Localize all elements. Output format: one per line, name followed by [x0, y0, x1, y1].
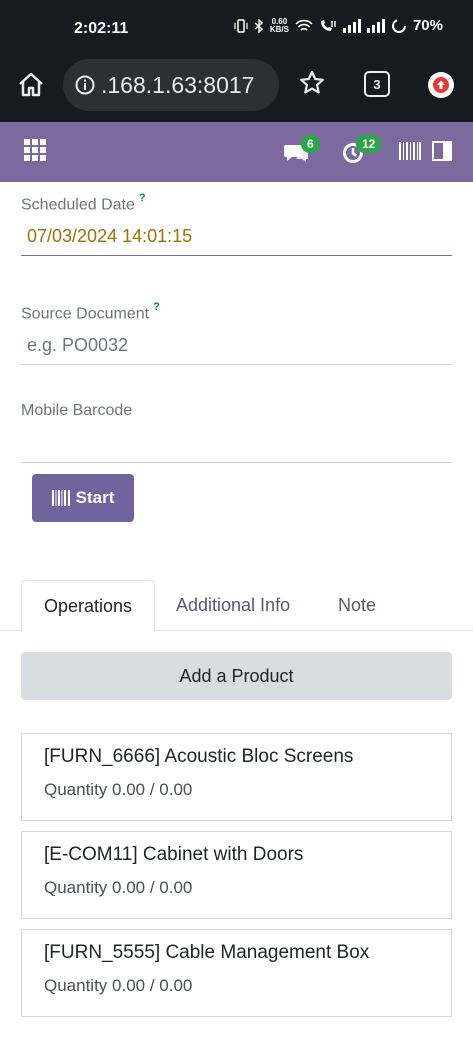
panel-icon[interactable] — [432, 141, 452, 161]
vibrate-icon — [234, 18, 248, 33]
start-button-label: Start — [75, 488, 115, 507]
apps-grid-icon[interactable] — [24, 139, 46, 161]
tab-operations[interactable]: Operations — [21, 580, 155, 631]
activities-badge: 12 — [356, 135, 382, 153]
info-icon[interactable] — [75, 75, 95, 95]
source-document-input[interactable]: e.g. PO0032 — [21, 329, 452, 365]
signal-icon-1 — [342, 18, 361, 33]
operation-card[interactable]: [E-COM11] Cabinet with Doors Quantity 0.… — [21, 831, 452, 919]
help-tooltip-icon[interactable]: ? — [139, 192, 146, 204]
wifi-calling-icon — [320, 19, 336, 31]
update-icon[interactable] — [428, 72, 454, 98]
scheduled-date-field[interactable]: 07/03/2024 14:01:15 — [21, 220, 452, 256]
signal-icon-2 — [366, 18, 385, 33]
status-bar: 2:02:11 0.60 KB/S 70% — [0, 0, 473, 56]
tabs-icon[interactable]: 3 — [364, 71, 390, 97]
battery-ring-icon — [391, 18, 406, 33]
status-time: 2:02:11 — [74, 20, 129, 37]
mobile-barcode-label: Mobile Barcode — [21, 402, 133, 419]
address-bar[interactable]: .168.1.63:8017 — [63, 59, 279, 111]
operation-card[interactable]: [FURN_6666] Acoustic Bloc Screens Quanti… — [21, 733, 452, 821]
messages-button[interactable]: 6 — [284, 135, 324, 168]
operation-card[interactable]: [FURN_5555] Cable Management Box Quantit… — [21, 929, 452, 1017]
product-quantity: Quantity 0.00 / 0.00 — [44, 878, 193, 897]
tab-note[interactable]: Note — [338, 580, 376, 631]
mobile-barcode-input[interactable] — [21, 427, 452, 463]
url-text[interactable]: .168.1.63:8017 — [101, 72, 254, 99]
scheduled-date-label: Scheduled Date? — [21, 192, 146, 214]
product-quantity: Quantity 0.00 / 0.00 — [44, 780, 193, 799]
product-quantity: Quantity 0.00 / 0.00 — [44, 976, 193, 995]
net-speed: 0.60 KB/S — [269, 16, 289, 34]
product-name: [FURN_6666] Acoustic Bloc Screens — [44, 746, 354, 767]
help-tooltip-icon[interactable]: ? — [153, 301, 160, 313]
barcode-icon — [51, 490, 70, 506]
start-button[interactable]: Start — [32, 474, 134, 522]
activities-button[interactable]: 12 — [342, 135, 386, 168]
barcode-icon[interactable] — [399, 142, 421, 160]
wifi-icon — [295, 19, 313, 31]
status-icons: 0.60 KB/S 70% — [234, 17, 443, 34]
notebook-tabs: Operations Additional Info Note — [0, 580, 473, 631]
source-document-label: Source Document? — [21, 301, 160, 323]
product-name: [E-COM11] Cabinet with Doors — [44, 844, 304, 865]
tab-additional-info[interactable]: Additional Info — [176, 580, 290, 631]
bluetooth-icon — [254, 18, 263, 33]
battery-level: 70% — [412, 17, 443, 34]
product-name: [FURN_5555] Cable Management Box — [44, 942, 370, 963]
browser-toolbar: .168.1.63:8017 3 — [0, 56, 473, 122]
odoo-navbar: 6 12 — [0, 122, 473, 182]
messages-badge: 6 — [301, 135, 320, 153]
home-icon[interactable] — [16, 70, 46, 100]
add-product-button[interactable]: Add a Product — [21, 652, 452, 700]
star-icon[interactable] — [298, 69, 326, 97]
